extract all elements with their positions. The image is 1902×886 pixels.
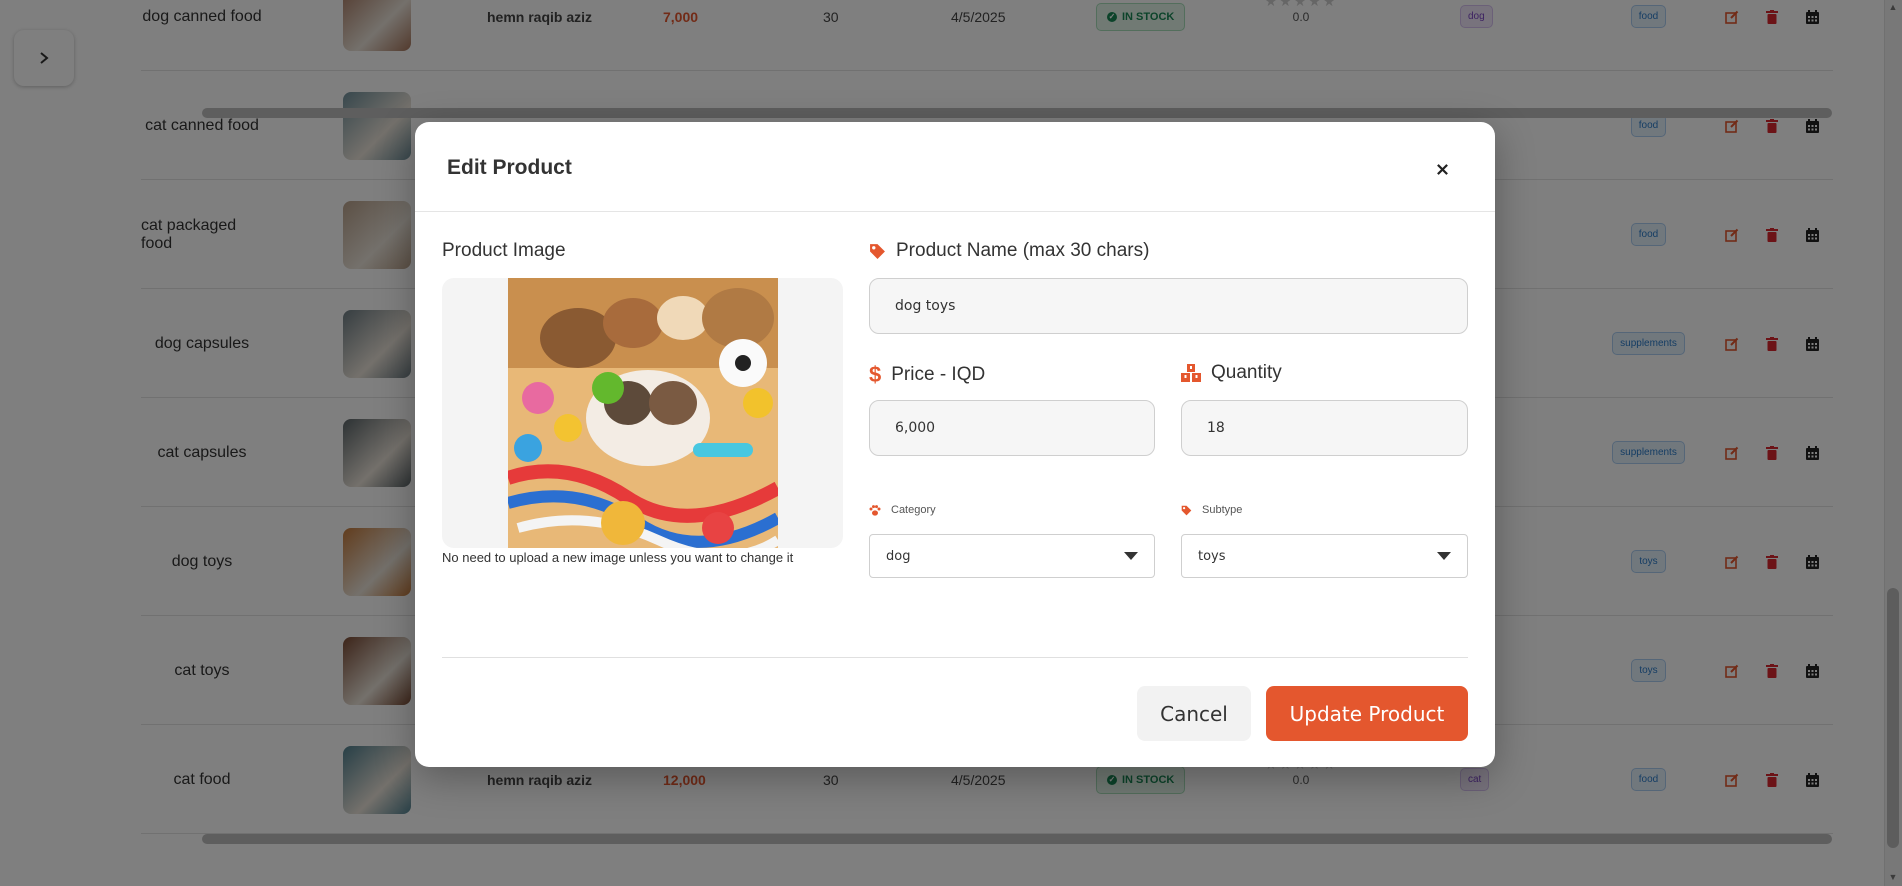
tag-icon [1181, 505, 1192, 515]
price-label: $ Price - IQD [869, 362, 985, 388]
subtype-selected-value: toys [1198, 548, 1226, 564]
modal-header: Edit Product [415, 122, 1495, 212]
boxes-icon [1181, 364, 1201, 382]
category-label: Category [869, 504, 936, 516]
product-name-input[interactable]: dog toys [869, 278, 1468, 334]
category-select[interactable]: dog [869, 534, 1155, 578]
product-name-label: Product Name (max 30 chars) [869, 240, 1149, 262]
paw-icon [869, 504, 881, 516]
close-icon[interactable] [1433, 160, 1451, 178]
dollar-icon: $ [869, 362, 882, 387]
category-selected-value: dog [886, 548, 911, 564]
subtype-select[interactable]: toys [1181, 534, 1468, 578]
subtype-label-text: Subtype [1202, 504, 1243, 516]
chevron-down-icon [1124, 552, 1138, 560]
image-upload-hint: No need to upload a new image unless you… [442, 550, 794, 565]
update-product-button[interactable]: Update Product [1266, 686, 1468, 741]
chevron-down-icon [1437, 552, 1451, 560]
quantity-label: Quantity [1181, 362, 1282, 384]
product-image-preview[interactable] [442, 278, 843, 548]
modal-title: Edit Product [447, 156, 572, 179]
product-image [507, 278, 778, 548]
product-name-label-text: Product Name (max 30 chars) [896, 240, 1150, 261]
category-label-text: Category [891, 504, 936, 516]
quantity-label-text: Quantity [1211, 362, 1282, 383]
price-label-text: Price - IQD [891, 364, 986, 385]
cancel-button[interactable]: Cancel [1137, 686, 1251, 741]
edit-product-modal: Edit Product Product Image No need to up… [415, 122, 1495, 767]
footer-divider [442, 657, 1468, 658]
tag-icon [870, 243, 885, 259]
product-image-label: Product Image [442, 240, 566, 261]
quantity-input[interactable]: 18 [1181, 400, 1468, 456]
price-input[interactable]: 6,000 [869, 400, 1155, 456]
subtype-label: Subtype [1181, 504, 1242, 516]
